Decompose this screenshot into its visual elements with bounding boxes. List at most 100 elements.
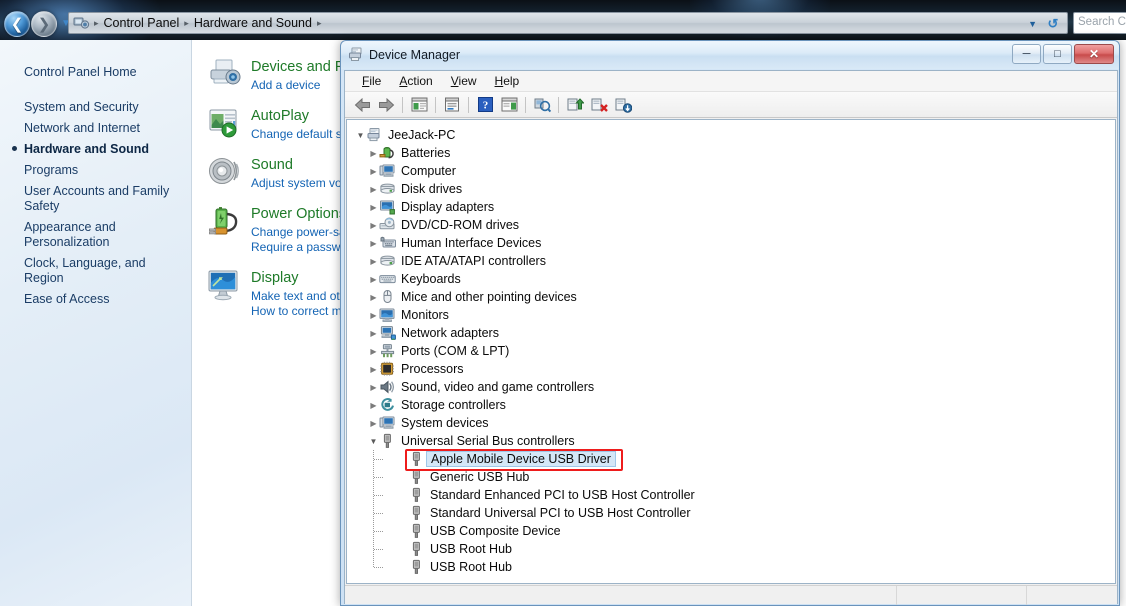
tree-row[interactable]: ▶ Display adapters [353, 198, 1115, 216]
forward-arrow-icon[interactable] [375, 94, 397, 116]
tree-row[interactable]: USB Root Hub [353, 540, 1115, 558]
tree-row[interactable]: Generic USB Hub [353, 468, 1115, 486]
tree-row[interactable]: ▶Batteries [353, 144, 1115, 162]
expander-closed-icon[interactable]: ▶ [368, 401, 379, 410]
help-icon[interactable]: ? [474, 94, 496, 116]
tree-row[interactable]: ▶Monitors [353, 306, 1115, 324]
tree-connector-elbow [374, 495, 383, 496]
expander-closed-icon[interactable]: ▶ [368, 347, 379, 356]
menu-action[interactable]: Action [390, 72, 441, 90]
expander-closed-icon[interactable]: ▶ [368, 257, 379, 266]
sidebar-item-control-panel-home[interactable]: Control Panel Home [0, 62, 191, 83]
tree-row[interactable]: Apple Mobile Device USB Driver [353, 450, 1115, 468]
device-tree[interactable]: ▼ JeeJack-PC ▶Batteries▶Computer▶Disk dr… [346, 119, 1116, 584]
tree-connector-elbow [374, 531, 383, 532]
tree-row[interactable]: ▼Universal Serial Bus controllers [353, 432, 1115, 450]
maximize-button[interactable]: □ [1043, 44, 1072, 64]
tree-row[interactable]: ▶IDE ATA/ATAPI controllers [353, 252, 1115, 270]
menu-help[interactable]: Help [486, 72, 529, 90]
forward-arrow-icon[interactable]: ❯ [31, 11, 57, 37]
expander-closed-icon[interactable]: ▶ [368, 221, 379, 230]
uninstall-device-icon[interactable] [588, 94, 610, 116]
toolbar-separator [402, 97, 403, 113]
dvd-cdrom-icon [379, 217, 396, 233]
update-driver-software-icon[interactable] [564, 94, 586, 116]
tree-connector-elbow [374, 549, 383, 550]
tree-row[interactable]: ▶Mice and other pointing devices [353, 288, 1115, 306]
menu-view[interactable]: View [442, 72, 486, 90]
close-button[interactable]: ✕ [1074, 44, 1114, 64]
expander-closed-icon[interactable]: ▶ [368, 167, 379, 176]
sidebar-item-programs[interactable]: Programs [0, 160, 191, 181]
tree-row[interactable]: ▶Human Interface Devices [353, 234, 1115, 252]
search-input[interactable]: Search Control Panel [1073, 12, 1126, 34]
breadcrumb-separator-2[interactable]: ▸ [316, 18, 323, 29]
mice-icon [379, 289, 396, 305]
tree-row[interactable]: USB Composite Device [353, 522, 1115, 540]
expander-closed-icon[interactable]: ▶ [368, 203, 379, 212]
status-pane-2 [897, 586, 1027, 605]
tree-label: Processors [400, 362, 464, 376]
sidebar-item-appearance-and-personalization[interactable]: Appearance and Personalization [0, 217, 191, 253]
expander-closed-icon[interactable]: ▶ [368, 383, 379, 392]
tree-row[interactable]: ▶ Processors [353, 360, 1115, 378]
tree-category-list: ▶Batteries▶Computer▶Disk drives▶Display … [353, 144, 1115, 576]
scan-for-hardware-changes-icon[interactable] [531, 94, 553, 116]
tree-row[interactable]: ▶Computer [353, 162, 1115, 180]
tree-row[interactable]: ▶System devices [353, 414, 1115, 432]
expander-closed-icon[interactable]: ▶ [368, 419, 379, 428]
address-bar[interactable]: ▸ Control Panel ▸ Hardware and Sound ▸ ▼… [68, 12, 1068, 34]
expander-closed-icon[interactable]: ▶ [368, 239, 379, 248]
tree-row[interactable]: ▶DVD/CD-ROM drives [353, 216, 1115, 234]
tree-row[interactable]: ▶Network adapters [353, 324, 1115, 342]
sidebar-item-clock-language-and-region[interactable]: Clock, Language, and Region [0, 253, 191, 289]
sidebar-item-network-and-internet[interactable]: Network and Internet [0, 118, 191, 139]
tree-label: Keyboards [400, 272, 461, 286]
expander-closed-icon[interactable]: ▶ [368, 329, 379, 338]
refresh-icon[interactable]: ↺ [1044, 16, 1062, 32]
tree-label: JeeJack-PC [387, 128, 455, 142]
tree-label: Sound, video and game controllers [400, 380, 594, 394]
back-arrow-icon[interactable]: ❮ [4, 11, 30, 37]
tree-row[interactable]: Standard Universal PCI to USB Host Contr… [353, 504, 1115, 522]
tree-row[interactable]: Standard Enhanced PCI to USB Host Contro… [353, 486, 1115, 504]
show-hide-console-tree-icon[interactable] [408, 94, 430, 116]
breadcrumb-control-panel[interactable]: Control Panel [100, 16, 184, 30]
back-arrow-icon[interactable] [351, 94, 373, 116]
control-panel-sidebar: Control Panel Home System and Security N… [0, 40, 192, 606]
sidebar-item-hardware-and-sound[interactable]: Hardware and Sound [0, 139, 191, 160]
menu-file[interactable]: File [353, 72, 390, 90]
tree-row-root[interactable]: ▼ JeeJack-PC [353, 126, 1115, 144]
toolbar: ? [345, 92, 1117, 118]
sidebar-item-ease-of-access[interactable]: Ease of Access [0, 289, 191, 310]
expander-closed-icon[interactable]: ▶ [368, 275, 379, 284]
tree-label: Display adapters [400, 200, 494, 214]
address-dropdown-chevron-icon[interactable]: ▼ [1028, 19, 1037, 29]
expander-open-icon[interactable]: ▼ [355, 131, 366, 140]
menu-bar: File Action View Help [345, 71, 1117, 92]
tree-row[interactable]: ▶ Keyboards [353, 270, 1115, 288]
tree-row[interactable]: ▶Disk drives [353, 180, 1115, 198]
tree-row[interactable]: ▶ Sound, video and game controllers [353, 378, 1115, 396]
tree-row[interactable]: ▶Ports (COM & LPT) [353, 342, 1115, 360]
minimize-button[interactable]: ─ [1012, 44, 1041, 64]
expander-open-icon[interactable]: ▼ [368, 437, 379, 446]
disable-device-icon[interactable] [612, 94, 634, 116]
display-adapters-icon [379, 199, 396, 215]
expander-closed-icon[interactable]: ▶ [368, 149, 379, 158]
sidebar-item-user-accounts-and-family-safety[interactable]: User Accounts and Family Safety [0, 181, 191, 217]
sidebar-item-system-and-security[interactable]: System and Security [0, 97, 191, 118]
tree-row[interactable]: USB Root Hub [353, 558, 1115, 576]
expander-closed-icon[interactable]: ▶ [368, 365, 379, 374]
tree-row[interactable]: ▶Storage controllers [353, 396, 1115, 414]
expander-closed-icon[interactable]: ▶ [368, 311, 379, 320]
expander-closed-icon[interactable]: ▶ [368, 293, 379, 302]
show-hide-action-pane-icon[interactable] [498, 94, 520, 116]
disk-drives-icon [379, 181, 396, 197]
properties-icon[interactable] [441, 94, 463, 116]
expander-closed-icon[interactable]: ▶ [368, 185, 379, 194]
status-pane-3 [1027, 586, 1117, 605]
breadcrumb-hardware-and-sound[interactable]: Hardware and Sound [190, 16, 316, 30]
device-manager-titlebar[interactable]: Device Manager ─ □ ✕ [341, 41, 1119, 69]
computer-icon [379, 163, 396, 179]
